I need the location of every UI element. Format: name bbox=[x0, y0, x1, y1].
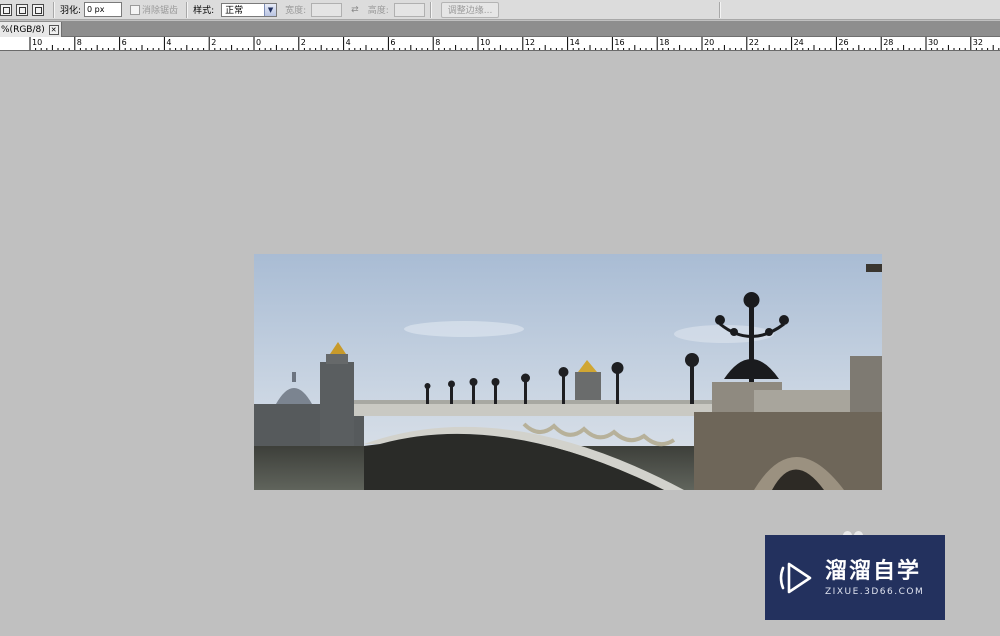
horizontal-ruler[interactable]: 10 8 6 4 2 0 2 4 6 8 10 12 14 16 18 20 22 24 26 28 30 32 bbox=[0, 37, 1000, 51]
ruler-label: 22 bbox=[749, 38, 759, 47]
style-select[interactable]: 正常 ▼ bbox=[221, 2, 278, 17]
play-logo-icon bbox=[779, 562, 812, 593]
ruler-label: 24 bbox=[794, 38, 804, 47]
ruler-label: 32 bbox=[973, 38, 983, 47]
document-tab[interactable]: %(RGB/8) ✕ bbox=[0, 22, 62, 37]
ruler-label: 8 bbox=[435, 38, 440, 47]
new-selection-icon[interactable] bbox=[0, 3, 12, 16]
ruler-label: 0 bbox=[256, 38, 261, 47]
divider bbox=[719, 1, 722, 18]
width-input[interactable] bbox=[311, 2, 343, 17]
ruler-graphic: 10 8 6 4 2 0 2 4 6 8 10 12 14 16 18 20 22 24 26 28 30 32 bbox=[29, 37, 1000, 50]
document-tab-title: %(RGB/8) bbox=[1, 24, 45, 35]
ruler-label: 4 bbox=[346, 38, 351, 47]
document-tab-bar: %(RGB/8) ✕ bbox=[0, 21, 1000, 37]
checkbox-box[interactable] bbox=[130, 4, 141, 15]
ruler-label: 4 bbox=[166, 38, 171, 47]
ruler-label: 14 bbox=[570, 38, 580, 47]
refine-edge-button[interactable]: 调整边缘... bbox=[440, 1, 500, 18]
width-label: 宽度: bbox=[285, 6, 307, 16]
ruler-label: 18 bbox=[659, 38, 669, 47]
watermark-text: 溜溜自学 ZIXUE.3D66.COM bbox=[825, 559, 924, 597]
height-label: 高度: bbox=[367, 6, 389, 16]
ruler-label: 20 bbox=[704, 38, 714, 47]
style-select-value: 正常 bbox=[225, 6, 244, 16]
ruler-label: 8 bbox=[77, 38, 82, 47]
height-input[interactable] bbox=[393, 2, 425, 17]
ruler-label: 2 bbox=[211, 38, 216, 47]
watermark-subtitle: ZIXUE.3D66.COM bbox=[825, 586, 925, 597]
ruler-label: 2 bbox=[301, 38, 306, 47]
ruler-label: 26 bbox=[838, 38, 848, 47]
watermark-title: 溜溜自学 bbox=[825, 558, 922, 584]
dropdown-arrow-icon[interactable]: ▼ bbox=[264, 3, 277, 16]
anti-alias-checkbox[interactable]: 消除锯齿 bbox=[130, 3, 181, 16]
options-bar: 羽化: 0 px 消除锯齿 样式: 正常 ▼ 宽度: ⇄ 高度: 调整边缘... bbox=[0, 0, 1000, 20]
close-icon[interactable]: ✕ bbox=[48, 24, 59, 35]
ruler-label: 12 bbox=[525, 38, 535, 47]
anti-alias-label: 消除锯齿 bbox=[142, 6, 179, 16]
feather-input[interactable]: 0 px bbox=[84, 2, 123, 17]
add-selection-icon[interactable] bbox=[16, 3, 28, 16]
watermark-badge: 溜溜自学 ZIXUE.3D66.COM bbox=[765, 535, 945, 620]
bridge-photo[interactable] bbox=[254, 254, 882, 490]
ruler-label: 10 bbox=[480, 38, 490, 47]
ruler-label: 10 bbox=[32, 38, 42, 47]
bridge-photo-graphic bbox=[254, 254, 882, 490]
divider bbox=[186, 1, 189, 18]
divider bbox=[53, 1, 55, 18]
ruler-label: 30 bbox=[928, 38, 938, 47]
ruler-label: 6 bbox=[390, 38, 395, 47]
ruler-label: 6 bbox=[122, 38, 127, 47]
divider bbox=[429, 1, 432, 18]
ruler-label: 28 bbox=[883, 38, 893, 47]
feather-label: 羽化: bbox=[60, 6, 82, 16]
selection-mode-group bbox=[0, 0, 48, 20]
ruler-label: 16 bbox=[614, 38, 624, 47]
style-label: 样式: bbox=[193, 6, 215, 16]
subtract-selection-icon[interactable] bbox=[32, 3, 44, 16]
swap-dimensions-icon[interactable]: ⇄ bbox=[351, 5, 359, 15]
